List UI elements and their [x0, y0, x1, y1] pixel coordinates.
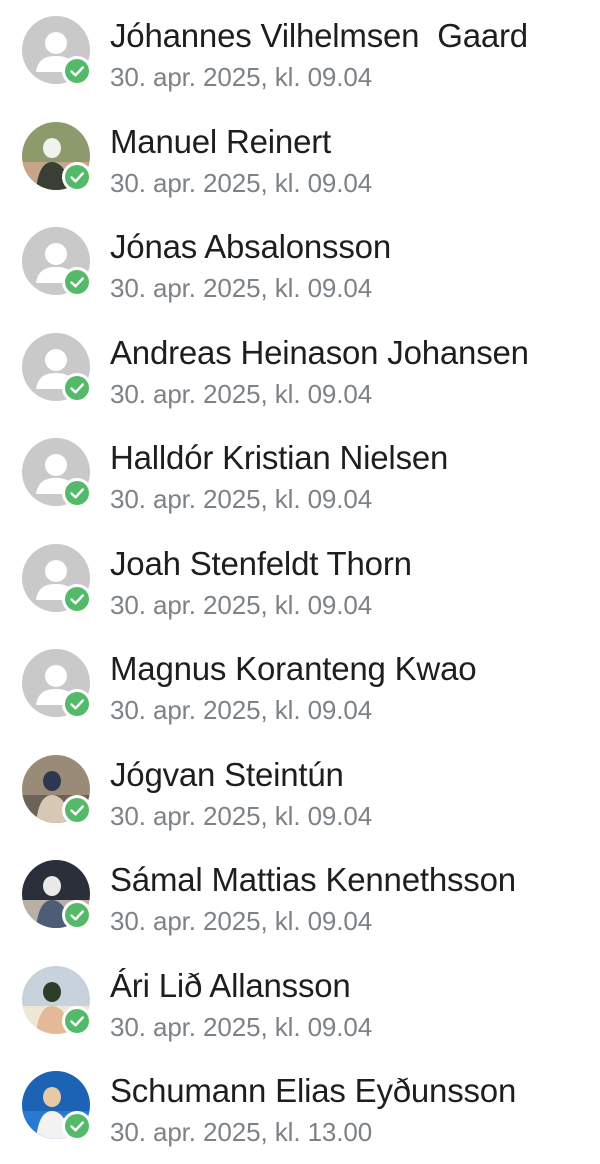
- timestamp: 30. apr. 2025, kl. 09.04: [110, 167, 373, 198]
- member-name: Ári Lið Allansson: [110, 966, 351, 1004]
- check-circle-icon: [62, 478, 92, 508]
- timestamp: 30. apr. 2025, kl. 09.04: [110, 800, 373, 831]
- list-item[interactable]: Joah Stenfeldt Thorn 30. apr. 2025, kl. 0…: [0, 528, 600, 633]
- timestamp: 30. apr. 2025, kl. 09.04: [110, 589, 373, 620]
- check-circle-icon: [62, 689, 92, 719]
- timestamp: 30. apr. 2025, kl. 09.04: [110, 378, 373, 409]
- check-circle-icon: [62, 900, 92, 930]
- member-name: Jógvan Steintún: [110, 755, 344, 793]
- member-name: Manuel Reinert: [110, 122, 331, 160]
- check-circle-icon: [62, 1111, 92, 1141]
- member-name: Halldór Kristian Nielsen: [110, 439, 449, 476]
- check-circle-icon: [62, 56, 92, 86]
- avatar-wrapper: [22, 543, 92, 614]
- avatar-wrapper: [22, 1071, 92, 1141]
- avatar-wrapper: [22, 438, 92, 508]
- member-name: Schumann Elias Eyðunsson: [110, 1072, 517, 1109]
- member-name: Sámal Mattias Kennethsson: [110, 861, 516, 898]
- member-name: Jóhannes Vilhelmsen Gaard: [110, 17, 528, 54]
- list-item[interactable]: Jógvan Steintún 30. apr. 2025, kl. 09.04: [0, 739, 600, 844]
- avatar-wrapper: [22, 965, 92, 1036]
- check-circle-icon: [62, 372, 92, 403]
- timestamp: 30. apr. 2025, kl. 13.00: [110, 1117, 373, 1147]
- member-name: Andreas Heinason Johansen: [110, 333, 529, 371]
- list-item[interactable]: Andreas Heinason Johansen 30. apr. 2025, …: [0, 317, 600, 422]
- list-item[interactable]: Schumann Elias Eyðunsson 30. apr. 2025, k…: [0, 1055, 600, 1160]
- avatar-wrapper: [22, 754, 92, 825]
- member-name: Jónas Absalonsson: [110, 228, 391, 265]
- check-circle-icon: [62, 583, 92, 614]
- timestamp: 30. apr. 2025, kl. 09.04: [110, 1011, 373, 1042]
- list-item[interactable]: Jónas Absalonsson 30. apr. 2025, kl. 09.0…: [0, 211, 600, 316]
- avatar-wrapper: [22, 16, 92, 86]
- timestamp: 30. apr. 2025, kl. 09.04: [110, 695, 373, 725]
- list-item[interactable]: Magnus Koranteng Kwao 30. apr. 2025, kl. …: [0, 633, 600, 738]
- timestamp: 30. apr. 2025, kl. 09.04: [110, 273, 373, 303]
- check-circle-icon: [62, 267, 92, 297]
- avatar-wrapper: [22, 649, 92, 719]
- timestamp: 30. apr. 2025, kl. 09.04: [110, 484, 373, 514]
- list-item[interactable]: Manuel Reinert 30. apr. 2025, kl. 09.04: [0, 106, 600, 211]
- list-item[interactable]: Ári Lið Allansson 30. apr. 2025, kl. 09.0…: [0, 950, 600, 1055]
- member-name: Magnus Koranteng Kwao: [110, 650, 477, 687]
- check-circle-icon: [62, 794, 92, 825]
- list-item[interactable]: Sámal Mattias Kennethsson 30. apr. 2025, …: [0, 844, 600, 949]
- timestamp: 30. apr. 2025, kl. 09.04: [110, 62, 373, 92]
- avatar-wrapper: [22, 860, 92, 930]
- check-circle-icon: [62, 161, 92, 192]
- avatar-wrapper: [22, 332, 92, 403]
- timestamp: 30. apr. 2025, kl. 09.04: [110, 906, 373, 936]
- member-name: Joah Stenfeldt Thorn: [110, 544, 412, 582]
- avatar-wrapper: [22, 121, 92, 192]
- check-circle-icon: [62, 1005, 92, 1036]
- avatar-wrapper: [22, 227, 92, 297]
- list-item[interactable]: Halldór Kristian Nielsen 30. apr. 2025, k…: [0, 422, 600, 527]
- list-item[interactable]: Jóhannes Vilhelmsen Gaard 30. apr. 2025, …: [0, 0, 600, 105]
